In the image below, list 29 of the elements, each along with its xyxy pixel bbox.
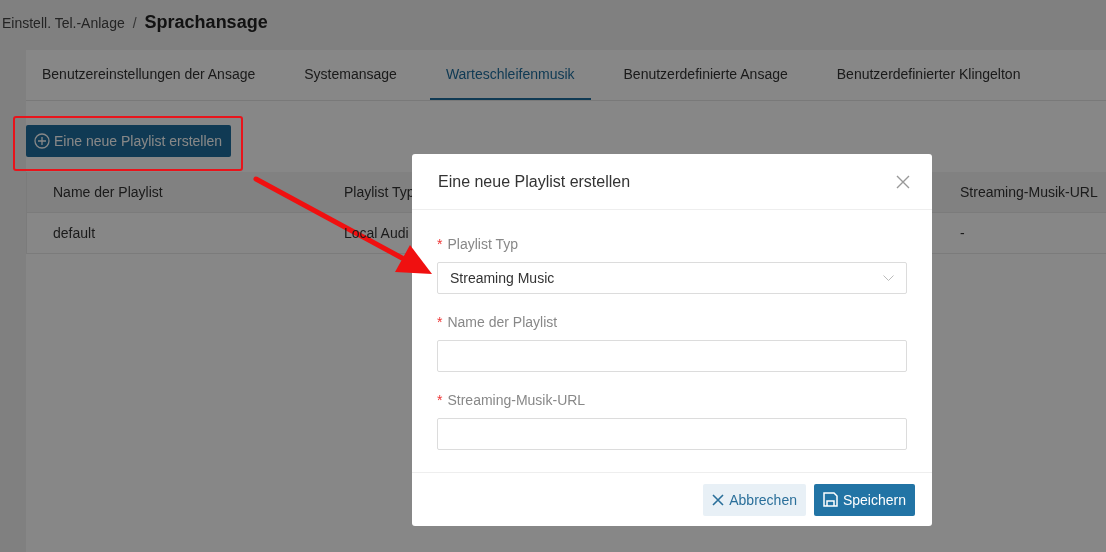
field-label: Streaming-Musik-URL bbox=[447, 392, 586, 408]
table-cell: - bbox=[960, 225, 965, 241]
column-header: Streaming-Musik-URL bbox=[934, 172, 1106, 213]
close-icon bbox=[712, 493, 725, 506]
required-asterisk: * bbox=[437, 236, 443, 252]
input-field[interactable] bbox=[437, 418, 907, 450]
tab[interactable]: Warteschleifenmusik bbox=[429, 50, 591, 100]
column-header: Name der Playlist bbox=[27, 172, 318, 213]
field-label: Name der Playlist bbox=[447, 314, 558, 330]
required-asterisk: * bbox=[437, 392, 443, 408]
dialog-title: Eine neue Playlist erstellen bbox=[438, 172, 631, 191]
close-icon[interactable] bbox=[896, 174, 910, 189]
required-asterisk: * bbox=[437, 314, 443, 330]
create-playlist-button[interactable]: Eine neue Playlist erstellen bbox=[26, 125, 232, 157]
save-button[interactable]: Speichern bbox=[813, 483, 915, 516]
playlist-type-dropdown[interactable]: Streaming Music bbox=[437, 262, 907, 294]
cancel-button[interactable]: Abbrechen bbox=[703, 483, 806, 516]
tab[interactable]: Benutzereinstellungen der Ansage bbox=[26, 50, 272, 100]
table-cell: default bbox=[53, 225, 96, 241]
chevron-down-icon bbox=[883, 275, 894, 281]
input-field[interactable] bbox=[437, 340, 907, 372]
tab[interactable]: Systemansage bbox=[288, 50, 413, 100]
plus-circle-icon bbox=[34, 133, 50, 149]
tab[interactable]: Benutzerdefinierte Ansage bbox=[607, 50, 804, 100]
page-title: Sprachansage bbox=[144, 12, 268, 33]
field-label: Playlist Typ bbox=[447, 236, 518, 252]
breadcrumb-link[interactable]: Einstell. Tel.-Anlage bbox=[2, 15, 125, 31]
tab[interactable]: Benutzerdefinierter Klingelton bbox=[820, 50, 1037, 100]
breadcrumb-separator: / bbox=[132, 15, 137, 31]
